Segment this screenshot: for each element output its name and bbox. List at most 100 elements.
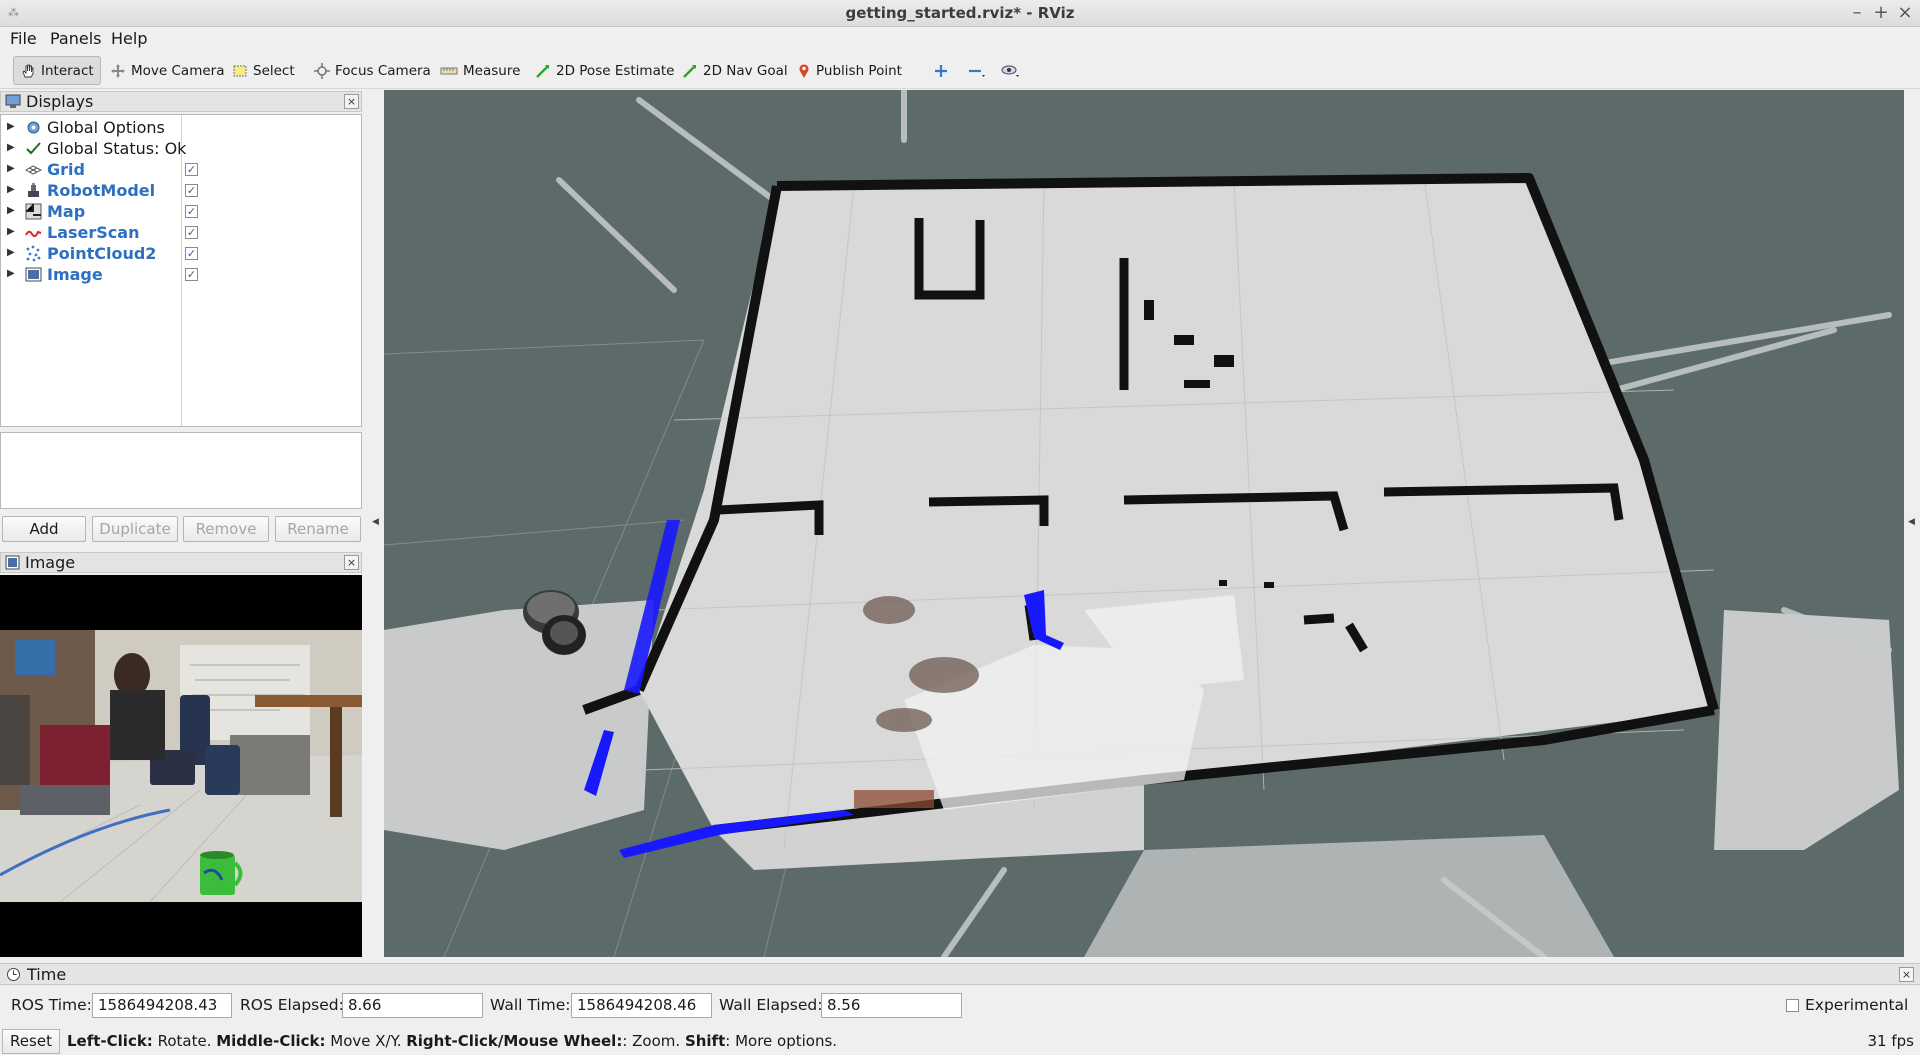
tree-item-label: LaserScan — [47, 223, 140, 242]
plus-icon — [935, 64, 947, 77]
hint-key: Shift — [684, 1032, 726, 1050]
wall-elapsed-label: Wall Elapsed: — [719, 996, 823, 1014]
add-tool-button[interactable] — [928, 56, 954, 85]
robot-icon — [28, 183, 39, 197]
close-icon[interactable]: × — [344, 555, 359, 570]
tool-move-camera[interactable]: Move Camera — [104, 56, 230, 85]
visibility-checkbox[interactable]: ✓ — [185, 247, 198, 260]
expand-arrow-icon[interactable]: ▶ — [7, 268, 15, 279]
tree-item-pointcloud2[interactable]: ▶ PointCloud2 ✓ — [1, 243, 361, 264]
visibility-checkbox[interactable]: ✓ — [185, 226, 198, 239]
minimize-button[interactable]: – — [1846, 2, 1868, 24]
remove-display-button[interactable]: Remove — [183, 516, 269, 542]
tree-item-global-options[interactable]: ▶ Global Options — [1, 117, 361, 138]
panel-title: Time — [27, 964, 67, 984]
displays-tree: ▶ Global Options ▶ Global Status: Ok ▶ G… — [0, 114, 362, 427]
close-icon[interactable]: × — [1899, 967, 1914, 982]
panel-title: Image — [25, 553, 76, 572]
tool-publish-point[interactable]: Publish Point — [791, 56, 908, 85]
collapse-left-dock-icon[interactable]: ◀ — [372, 517, 379, 527]
maximize-button[interactable]: + — [1870, 2, 1892, 24]
ros-elapsed-field[interactable]: 8.66 — [342, 993, 483, 1018]
remove-tool-button[interactable] — [962, 56, 992, 85]
expand-arrow-icon[interactable]: ▶ — [7, 163, 15, 174]
clock-icon — [7, 967, 20, 981]
duplicate-display-button[interactable]: Duplicate — [92, 516, 178, 542]
reset-button[interactable]: Reset — [2, 1029, 60, 1054]
tree-item-label: Image — [47, 265, 103, 284]
hand-icon — [22, 64, 34, 77]
tool-select[interactable]: Select — [226, 56, 301, 85]
panel-title: Displays — [26, 92, 94, 111]
hint-text: : Zoom. — [622, 1032, 685, 1050]
checkmark-icon — [26, 142, 41, 155]
expand-arrow-icon[interactable]: ▶ — [7, 205, 15, 216]
map-icon — [25, 203, 42, 220]
tree-item-label: Global Status: Ok — [47, 139, 187, 158]
tree-item-map[interactable]: ▶ Map ✓ — [1, 201, 361, 222]
ros-time-field[interactable]: 1586494208.43 — [92, 993, 232, 1018]
expand-arrow-icon[interactable]: ▶ — [7, 121, 15, 132]
move-camera-icon — [111, 63, 125, 78]
tree-item-label: Global Options — [47, 118, 165, 137]
expand-arrow-icon[interactable]: ▶ — [7, 247, 15, 258]
add-display-button[interactable]: Add — [2, 516, 86, 542]
tool-label: 2D Pose Estimate — [556, 62, 675, 79]
tree-item-label: Grid — [47, 160, 85, 179]
ros-time-label: ROS Time: — [11, 996, 92, 1014]
tool-focus-camera[interactable]: Focus Camera — [308, 56, 437, 85]
visibility-checkbox[interactable]: ✓ — [185, 184, 198, 197]
window-title: getting_started.rviz* - RViz — [845, 4, 1075, 22]
collapse-right-dock-icon[interactable]: ◀ — [1908, 517, 1915, 527]
experimental-checkbox[interactable] — [1786, 999, 1799, 1012]
tree-item-label: RobotModel — [47, 181, 156, 200]
tree-item-global-status[interactable]: ▶ Global Status: Ok — [1, 138, 361, 159]
expand-arrow-icon[interactable]: ▶ — [7, 184, 15, 195]
visibility-checkbox[interactable]: ✓ — [185, 268, 198, 281]
gear-icon — [27, 121, 40, 134]
menu-help[interactable]: Help — [111, 29, 147, 48]
view-menu-button[interactable] — [995, 56, 1027, 85]
tool-2d-pose-estimate[interactable]: 2D Pose Estimate — [529, 56, 680, 85]
image-icon — [5, 555, 20, 570]
tool-measure[interactable]: Measure — [434, 56, 526, 85]
wall-time-field[interactable]: 1586494208.46 — [571, 993, 712, 1018]
visibility-checkbox[interactable]: ✓ — [185, 163, 198, 176]
hint-key: Left-Click: — [67, 1032, 153, 1050]
tool-interact[interactable]: Interact — [13, 56, 101, 85]
map-pin-icon — [799, 63, 809, 78]
hint-key: Middle-Click: — [216, 1032, 326, 1050]
tree-item-robotmodel[interactable]: ▶ RobotModel ✓ — [1, 180, 361, 201]
display-description-box — [0, 432, 362, 509]
expand-arrow-icon[interactable]: ▶ — [7, 226, 15, 237]
menu-bar: File Panels Help — [0, 27, 1920, 51]
wall-elapsed-field[interactable]: 8.56 — [821, 993, 962, 1018]
title-bar: ⁂ getting_started.rviz* - RViz – + × — [0, 0, 1920, 27]
camera-image-view[interactable] — [0, 575, 362, 957]
displays-panel-header: Displays × — [0, 91, 362, 112]
close-button[interactable]: × — [1894, 2, 1916, 24]
green-arrow-icon — [536, 64, 549, 78]
tree-item-laserscan[interactable]: ▶ LaserScan ✓ — [1, 222, 361, 243]
menu-panels[interactable]: Panels — [50, 29, 102, 48]
visibility-checkbox[interactable]: ✓ — [185, 205, 198, 218]
green-arrow-icon — [683, 64, 696, 78]
tree-item-label: PointCloud2 — [47, 244, 157, 263]
menu-file[interactable]: File — [10, 29, 37, 48]
minus-icon — [969, 69, 985, 77]
3d-render-viewport[interactable] — [384, 90, 1904, 957]
expand-arrow-icon[interactable]: ▶ — [7, 142, 15, 153]
rename-display-button[interactable]: Rename — [275, 516, 361, 542]
close-icon[interactable]: × — [344, 94, 359, 109]
tool-2d-nav-goal[interactable]: 2D Nav Goal — [676, 56, 794, 85]
tree-item-grid[interactable]: ▶ Grid ✓ — [1, 159, 361, 180]
experimental-label: Experimental — [1805, 996, 1909, 1014]
tree-item-image[interactable]: ▶ Image ✓ — [1, 264, 361, 285]
toolbar: Interact Move Camera Select Focus Camera… — [0, 52, 1920, 89]
tool-label: Interact — [41, 62, 94, 79]
tree-item-label: Map — [47, 202, 86, 221]
hint-key: Right-Click/Mouse Wheel: — [406, 1032, 623, 1050]
tool-label: Publish Point — [816, 62, 902, 79]
image-icon — [25, 267, 42, 282]
help-hint: Left-Click: Rotate. Middle-Click: Move X… — [67, 1032, 837, 1050]
